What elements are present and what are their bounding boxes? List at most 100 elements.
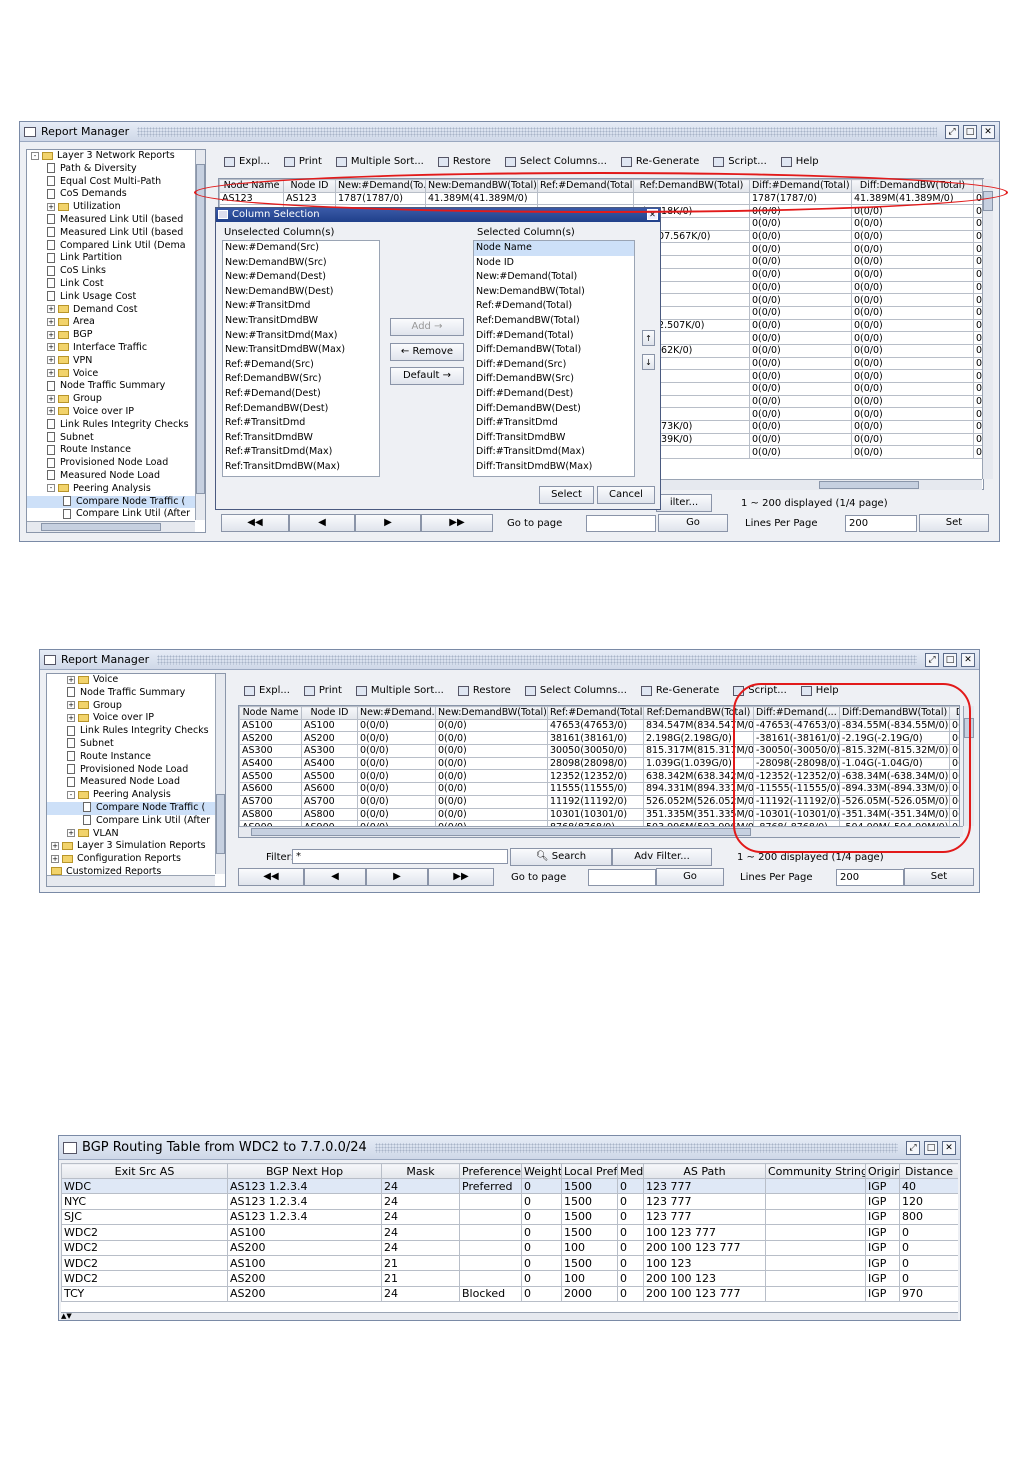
column-list-item[interactable]: New:DemandBW(Src) bbox=[223, 256, 379, 271]
tree-vscroll[interactable] bbox=[215, 674, 225, 874]
toolbar-select-columns-button[interactable]: Select Columns... bbox=[504, 156, 607, 167]
tree-item-subnet[interactable]: Subnet bbox=[47, 738, 225, 751]
column-list-item[interactable]: Diff:TransitDmdBW(Max) bbox=[474, 460, 634, 475]
filter-input[interactable]: * bbox=[292, 849, 508, 864]
column-list-item[interactable]: Ref:#TransitDmd(Max) bbox=[223, 445, 379, 460]
column-list-item[interactable]: Ref:DemandBW(Dest) bbox=[223, 402, 379, 417]
expand-icon[interactable]: + bbox=[47, 394, 55, 403]
tree-item-link-rules-integrity-checks[interactable]: Link Rules Integrity Checks bbox=[47, 725, 225, 738]
column-header[interactable]: Local Pref bbox=[561, 1163, 618, 1179]
next-page-button[interactable]: ▶ bbox=[366, 868, 428, 886]
column-header[interactable]: Preference bbox=[459, 1163, 522, 1179]
last-page-button[interactable]: ▶▶ bbox=[421, 514, 493, 532]
maximize-icon[interactable]: □ bbox=[943, 652, 957, 667]
toolbar-restore-button[interactable]: Restore bbox=[437, 156, 491, 167]
column-list-item[interactable]: Ref:#Demand(Src) bbox=[223, 358, 379, 373]
go-button[interactable]: Go bbox=[658, 514, 728, 532]
tree-item-peering-analysis[interactable]: - Peering Analysis bbox=[47, 789, 225, 802]
set-button[interactable]: Set bbox=[919, 514, 989, 532]
column-header[interactable]: AS Path bbox=[643, 1163, 766, 1179]
table-row[interactable]: WDC2 AS100 24 0 1500 0 100 123 777 IGP 0 bbox=[61, 1224, 958, 1241]
tree-item-measured-node-load[interactable]: Measured Node Load bbox=[47, 776, 225, 789]
prev-page-button[interactable]: ◀ bbox=[304, 868, 366, 886]
default-button[interactable]: Default → bbox=[390, 367, 464, 385]
goto-page-input[interactable] bbox=[588, 869, 656, 886]
tree-item-link-usage-cost[interactable]: Link Usage Cost bbox=[27, 291, 205, 304]
tree-item-node-traffic-summary[interactable]: Node Traffic Summary bbox=[47, 687, 225, 700]
column-list-item[interactable]: Ref:#Demand(Dest) bbox=[223, 387, 379, 402]
toolbar-expl-button[interactable]: Expl... bbox=[224, 156, 270, 167]
tree-item-vpn[interactable]: + VPN bbox=[27, 355, 205, 368]
tree-item-link-partition[interactable]: Link Partition bbox=[27, 252, 205, 265]
cancel-button[interactable]: Cancel bbox=[597, 486, 655, 504]
tree-item-path-diversity[interactable]: Path & Diversity bbox=[27, 163, 205, 176]
select-button[interactable]: Select bbox=[539, 486, 594, 504]
first-page-button[interactable]: ◀◀ bbox=[238, 868, 304, 886]
toolbar-multiple-sort-button[interactable]: Multiple Sort... bbox=[355, 685, 444, 696]
tree-item-interface-traffic[interactable]: + Interface Traffic bbox=[27, 342, 205, 355]
toolbar-multiple-sort-button[interactable]: Multiple Sort... bbox=[335, 156, 424, 167]
column-list-item[interactable]: New:#Demand(Src) bbox=[223, 241, 379, 256]
window-title-bar[interactable]: Report Manager ⤢ □ ✕ bbox=[20, 122, 999, 142]
move-down-button[interactable]: ↓ bbox=[642, 354, 655, 370]
toolbar-restore-button[interactable]: Restore bbox=[457, 685, 511, 696]
tree-item-compare-node-traffic[interactable]: Compare Node Traffic ( bbox=[47, 801, 225, 815]
toolbar-select-columns-button[interactable]: Select Columns... bbox=[524, 685, 627, 696]
adv-filter-button[interactable]: ilter... bbox=[656, 494, 712, 512]
column-list-item[interactable]: Diff:DemandBW(Total) bbox=[474, 343, 634, 358]
table-hscroll[interactable]: ▲▼ bbox=[61, 1312, 958, 1320]
maximize-icon[interactable]: □ bbox=[924, 1140, 938, 1155]
column-header[interactable]: Community String bbox=[765, 1163, 866, 1179]
column-header[interactable]: Weight bbox=[521, 1163, 562, 1179]
column-list-item[interactable]: Diff:DemandBW(Src) bbox=[474, 372, 634, 387]
expand-icon[interactable]: + bbox=[47, 305, 55, 314]
expand-icon[interactable]: + bbox=[47, 317, 55, 326]
column-list-item[interactable]: New:TransitDmdBW bbox=[223, 314, 379, 329]
undock-icon[interactable]: ⤢ bbox=[945, 124, 959, 139]
next-page-button[interactable]: ▶ bbox=[355, 514, 421, 532]
tree-item-utilization[interactable]: + Utilization bbox=[27, 201, 205, 214]
undock-icon[interactable]: ⤢ bbox=[906, 1140, 920, 1155]
column-list-item[interactable]: New:#Demand(Total) bbox=[474, 270, 634, 285]
expand-icon[interactable]: + bbox=[47, 330, 55, 339]
column-list-item[interactable]: New:#Demand(Dest) bbox=[223, 270, 379, 285]
close-icon[interactable]: ✕ bbox=[981, 124, 995, 139]
tree-vscroll[interactable] bbox=[195, 150, 205, 520]
tree-item-peering-analysis[interactable]: - Peering Analysis bbox=[27, 483, 205, 496]
add-button[interactable]: Add → bbox=[390, 318, 464, 336]
column-list-item[interactable]: Ref:#TransitDmd bbox=[223, 416, 379, 431]
tree-item-compare-link-util-after[interactable]: Compare Link Util (After bbox=[47, 815, 225, 828]
column-list-item[interactable]: Ref:DemandBW(Total) bbox=[474, 314, 634, 329]
column-header[interactable]: BGP Next Hop bbox=[227, 1163, 382, 1179]
table-row[interactable]: NYC AS123 1.2.3.4 24 0 1500 0 123 777 IGP 120 bbox=[61, 1193, 958, 1210]
tree-item-demand-cost[interactable]: + Demand Cost bbox=[27, 304, 205, 317]
column-list-item[interactable]: Ref:TransitDmdBW(Max) bbox=[223, 460, 379, 475]
lines-per-page-input[interactable]: 200 bbox=[845, 515, 917, 532]
column-list-item[interactable]: Node Name bbox=[474, 241, 634, 256]
remove-button[interactable]: ← Remove bbox=[390, 343, 464, 361]
column-header[interactable]: Exit Src AS bbox=[61, 1163, 228, 1179]
column-list-item[interactable]: New:#TransitDmd bbox=[223, 299, 379, 314]
maximize-icon[interactable]: □ bbox=[963, 124, 977, 139]
column-list-item[interactable]: Diff:#Demand(Dest) bbox=[474, 387, 634, 402]
expand-icon[interactable]: + bbox=[51, 854, 59, 863]
report-tree[interactable]: + Voice Node Traffic Summary + Group + Voice o… bbox=[46, 673, 226, 887]
tree-item-equal-cost-multi-path[interactable]: Equal Cost Multi-Path bbox=[27, 176, 205, 189]
column-list-item[interactable]: Ref:DemandBW(Src) bbox=[223, 372, 379, 387]
tree-item-voice[interactable]: + Voice bbox=[47, 674, 225, 687]
tree-item-link-cost[interactable]: Link Cost bbox=[27, 278, 205, 291]
tree-item-measured-link-util-based[interactable]: Measured Link Util (based bbox=[27, 214, 205, 227]
expand-icon[interactable]: + bbox=[47, 356, 55, 365]
column-header[interactable]: Mask bbox=[381, 1163, 460, 1179]
expand-icon[interactable]: + bbox=[67, 829, 75, 838]
prev-page-button[interactable]: ◀ bbox=[289, 514, 355, 532]
report-tree[interactable]: - Layer 3 Network Reports Path & Diversity… bbox=[26, 149, 206, 533]
tree-hscroll[interactable] bbox=[27, 521, 195, 532]
table-vscroll[interactable] bbox=[982, 179, 993, 479]
collapse-icon[interactable]: - bbox=[47, 484, 55, 493]
tree-item-link-rules-integrity-checks[interactable]: Link Rules Integrity Checks bbox=[27, 419, 205, 432]
tree-item-layer-3-simulation-reports[interactable]: + Layer 3 Simulation Reports bbox=[47, 840, 225, 853]
tree-item-compare-link-util-after[interactable]: Compare Link Util (After bbox=[27, 508, 205, 521]
adv-filter-button[interactable]: Adv Filter... bbox=[612, 848, 712, 866]
table-row[interactable]: SJC AS123 1.2.3.4 24 0 1500 0 123 777 IGP 800 bbox=[61, 1208, 958, 1226]
